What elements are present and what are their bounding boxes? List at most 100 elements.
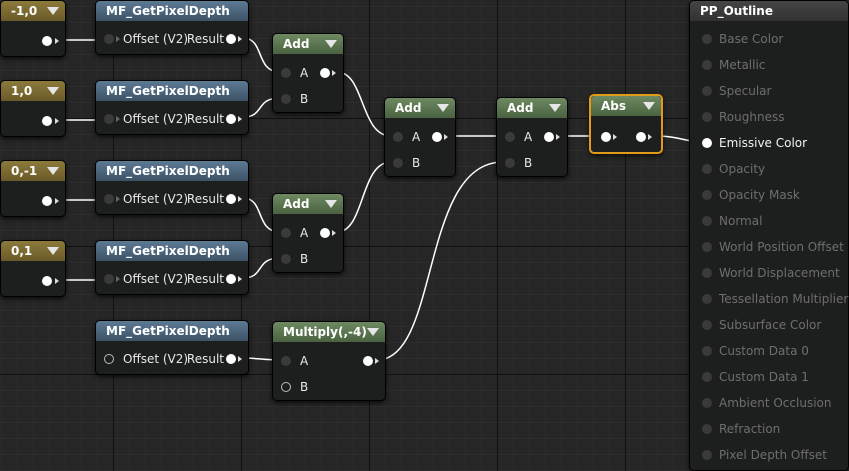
input-pin-icon[interactable] bbox=[702, 398, 712, 408]
output-pin-icon[interactable] bbox=[42, 116, 52, 126]
input-pin-icon[interactable] bbox=[702, 34, 712, 44]
collapse-arrow-icon[interactable] bbox=[325, 200, 337, 208]
result-pin-base-color[interactable]: Base Color bbox=[690, 31, 846, 47]
input-pin-icon[interactable] bbox=[702, 190, 712, 200]
input-pin-icon[interactable] bbox=[104, 274, 114, 284]
result-pin-subsurface-color[interactable]: Subsurface Color bbox=[690, 317, 846, 333]
collapse-arrow-icon[interactable] bbox=[367, 328, 379, 336]
function-node-1[interactable]: MF_GetPixelDepth Offset (V2) Result bbox=[95, 0, 249, 55]
output-pin-icon[interactable] bbox=[42, 276, 52, 286]
constant-node-2[interactable]: 1,0 bbox=[0, 80, 66, 137]
input-pin-icon[interactable] bbox=[104, 354, 114, 364]
input-a-pin-icon[interactable] bbox=[281, 68, 291, 78]
input-pin-icon[interactable] bbox=[104, 194, 114, 204]
result-pin-custom-data-0[interactable]: Custom Data 0 bbox=[690, 343, 846, 359]
input-pin-icon[interactable] bbox=[104, 114, 114, 124]
output-pin-icon[interactable] bbox=[42, 196, 52, 206]
input-a-pin-icon[interactable] bbox=[505, 132, 515, 142]
input-pin-icon[interactable] bbox=[104, 34, 114, 44]
input-pin-icon[interactable] bbox=[702, 346, 712, 356]
result-pin-refraction[interactable]: Refraction bbox=[690, 421, 846, 437]
input-b-pin-icon[interactable] bbox=[281, 254, 291, 264]
output-pin-icon[interactable] bbox=[226, 274, 236, 284]
input-pin-icon[interactable] bbox=[702, 294, 712, 304]
input-pin-icon[interactable] bbox=[702, 242, 712, 252]
collapse-arrow-icon[interactable] bbox=[325, 40, 337, 48]
output-pin-icon[interactable] bbox=[544, 132, 554, 142]
output-pin-icon[interactable] bbox=[363, 356, 373, 366]
result-pin-tessellation-multiplier[interactable]: Tessellation Multiplier bbox=[690, 291, 848, 307]
input-b-pin-icon[interactable] bbox=[393, 158, 403, 168]
input-pin-icon[interactable] bbox=[702, 320, 712, 330]
collapse-arrow-icon[interactable] bbox=[437, 104, 449, 112]
add-node-4[interactable]: Add A B bbox=[496, 97, 568, 177]
input-b-pin-icon[interactable] bbox=[505, 158, 515, 168]
input-pin-icon[interactable] bbox=[702, 216, 712, 226]
constant-output-pin[interactable] bbox=[1, 193, 63, 209]
input-pin-icon[interactable] bbox=[702, 424, 712, 434]
output-pin-icon[interactable] bbox=[226, 114, 236, 124]
result-pin-opacity-mask[interactable]: Opacity Mask bbox=[690, 187, 846, 203]
pin-arrow-icon bbox=[238, 356, 242, 362]
result-pin-ambient-occlusion[interactable]: Ambient Occlusion bbox=[690, 395, 846, 411]
input-pin-icon[interactable] bbox=[702, 450, 712, 460]
constant-node-3[interactable]: 0,-1 bbox=[0, 160, 66, 217]
output-pin-icon[interactable] bbox=[42, 36, 52, 46]
collapse-arrow-icon[interactable] bbox=[549, 104, 561, 112]
function-node-4[interactable]: MF_GetPixelDepth Offset (V2) Result bbox=[95, 240, 249, 295]
constant-output-pin[interactable] bbox=[1, 33, 63, 49]
add-node-1[interactable]: Add A B bbox=[272, 33, 344, 113]
constant-output-pin[interactable] bbox=[1, 113, 63, 129]
collapse-arrow-icon[interactable] bbox=[47, 247, 59, 255]
output-pin-icon[interactable] bbox=[636, 132, 646, 142]
material-result-node[interactable]: PP_Outline Base Color Metallic Specular Rou… bbox=[689, 0, 849, 471]
result-pin-opacity[interactable]: Opacity bbox=[690, 161, 846, 177]
constant-node-1[interactable]: -1,0 bbox=[0, 0, 66, 57]
result-pin-roughness[interactable]: Roughness bbox=[690, 109, 846, 125]
result-pin-emissive-color[interactable]: Emissive Color bbox=[690, 135, 846, 151]
output-pin-icon[interactable] bbox=[432, 132, 442, 142]
input-b-label: B bbox=[300, 92, 309, 106]
input-pin-icon[interactable] bbox=[601, 132, 611, 142]
input-pin-icon[interactable] bbox=[702, 112, 712, 122]
result-pin-normal[interactable]: Normal bbox=[690, 213, 846, 229]
pin-arrow-icon bbox=[116, 36, 120, 42]
result-pin-world-position-offset[interactable]: World Position Offset bbox=[690, 239, 846, 255]
constant-output-pin[interactable] bbox=[1, 273, 63, 289]
input-pin-icon[interactable] bbox=[702, 268, 712, 278]
multiply-node[interactable]: Multiply(,-4) A B bbox=[272, 321, 386, 401]
function-node-3[interactable]: MF_GetPixelDepth Offset (V2) Result bbox=[95, 160, 249, 215]
result-pin-world-displacement[interactable]: World Displacement bbox=[690, 265, 846, 281]
input-pin-icon[interactable] bbox=[702, 138, 712, 148]
input-a-pin-icon[interactable] bbox=[281, 228, 291, 238]
collapse-arrow-icon[interactable] bbox=[47, 7, 59, 15]
function-node-2[interactable]: MF_GetPixelDepth Offset (V2) Result bbox=[95, 80, 249, 135]
result-pin-label: Metallic bbox=[719, 58, 766, 72]
result-pin-metallic[interactable]: Metallic bbox=[690, 57, 846, 73]
abs-node[interactable]: Abs bbox=[589, 94, 663, 154]
collapse-arrow-icon[interactable] bbox=[643, 102, 655, 110]
input-pin-icon[interactable] bbox=[702, 60, 712, 70]
output-pin-icon[interactable] bbox=[320, 68, 330, 78]
input-b-pin-icon[interactable] bbox=[281, 382, 291, 392]
input-b-pin-icon[interactable] bbox=[281, 94, 291, 104]
result-pin-specular[interactable]: Specular bbox=[690, 83, 846, 99]
input-pin-icon[interactable] bbox=[702, 372, 712, 382]
output-pin-icon[interactable] bbox=[226, 34, 236, 44]
add-node-3[interactable]: Add A B bbox=[384, 97, 456, 177]
input-pin-icon[interactable] bbox=[702, 164, 712, 174]
input-a-pin-icon[interactable] bbox=[393, 132, 403, 142]
input-a-pin-icon[interactable] bbox=[281, 356, 291, 366]
function-node-5[interactable]: MF_GetPixelDepth Offset (V2) Result bbox=[95, 320, 249, 375]
output-pin-icon[interactable] bbox=[320, 228, 330, 238]
collapse-arrow-icon[interactable] bbox=[47, 87, 59, 95]
collapse-arrow-icon[interactable] bbox=[47, 167, 59, 175]
output-label: Result bbox=[186, 32, 224, 46]
output-pin-icon[interactable] bbox=[226, 194, 236, 204]
result-pin-custom-data-1[interactable]: Custom Data 1 bbox=[690, 369, 846, 385]
constant-node-4[interactable]: 0,1 bbox=[0, 240, 66, 297]
result-pin-pixel-depth-offset[interactable]: Pixel Depth Offset bbox=[690, 447, 846, 463]
input-pin-icon[interactable] bbox=[702, 86, 712, 96]
output-pin-icon[interactable] bbox=[226, 354, 236, 364]
add-node-2[interactable]: Add A B bbox=[272, 193, 344, 273]
